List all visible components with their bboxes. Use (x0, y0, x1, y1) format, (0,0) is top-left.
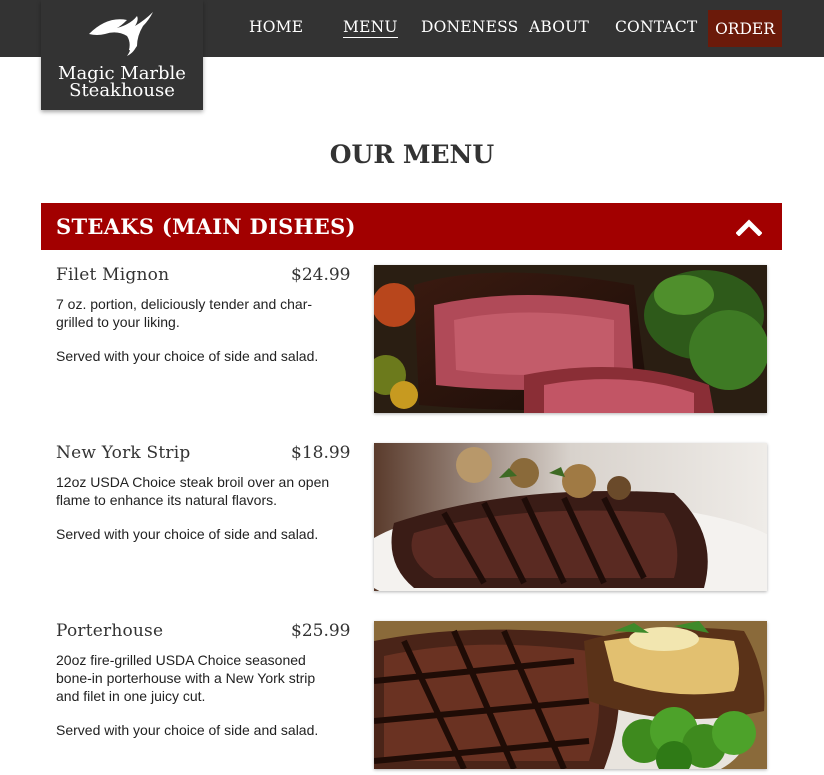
nav-home[interactable]: HOME (249, 18, 303, 36)
item-name: Porterhouse (56, 621, 164, 641)
nav-menu[interactable]: MENU (343, 18, 398, 38)
item-served-note: Served with your choice of side and sala… (56, 722, 319, 738)
porterhouse-photo (374, 621, 767, 769)
menu-item: Porterhouse $25.99 20oz fire-grilled USD… (41, 621, 782, 771)
item-description: 7 oz. portion, deliciously tender and ch… (56, 296, 313, 330)
item-served-note: Served with your choice of side and sala… (56, 526, 319, 542)
section-header-steaks[interactable]: STEAKS (MAIN DISHES) (41, 203, 782, 250)
order-button[interactable]: ORDER (708, 10, 782, 47)
item-price: $24.99 (291, 265, 351, 285)
item-served-note: Served with your choice of side and sala… (56, 348, 319, 364)
item-name: Filet Mignon (56, 265, 170, 285)
section-title: STEAKS (MAIN DISHES) (56, 214, 356, 239)
nav-about[interactable]: ABOUT (529, 18, 589, 36)
page-title: OUR MENU (329, 140, 495, 169)
item-description: 20oz fire-grilled USDA Choice seasoned b… (56, 652, 316, 704)
chevron-up-icon[interactable] (736, 218, 762, 236)
item-description: 12oz USDA Choice steak broil over an ope… (56, 474, 330, 508)
bull-logo-icon (89, 12, 153, 56)
menu-item: Filet Mignon $24.99 7 oz. portion, delic… (41, 265, 782, 415)
site-logo[interactable]: Magic Marble Steakhouse (41, 0, 203, 110)
item-price: $18.99 (291, 443, 351, 463)
nav-contact[interactable]: CONTACT (615, 18, 697, 36)
brand-name-line2: Steakhouse (69, 80, 175, 101)
nav-doneness[interactable]: DONENESS (421, 18, 518, 36)
menu-item: New York Strip $18.99 12oz USDA Choice s… (41, 443, 782, 593)
new-york-strip-photo (374, 443, 767, 591)
item-name: New York Strip (56, 443, 191, 463)
filet-mignon-photo (374, 265, 767, 413)
item-price: $25.99 (291, 621, 351, 641)
